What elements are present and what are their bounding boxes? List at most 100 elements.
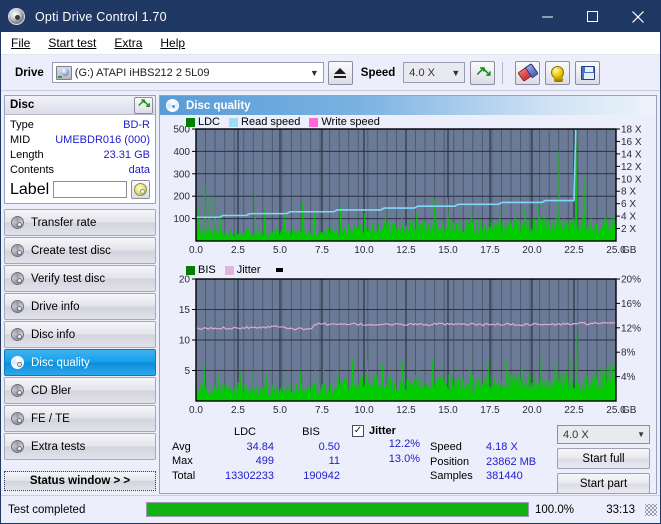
jitter-avg-value: 12.2%	[388, 438, 420, 450]
svg-text:22.5: 22.5	[564, 245, 584, 256]
svg-text:20.0: 20.0	[522, 245, 542, 256]
disc-panel-title: Disc	[10, 99, 35, 111]
drive-select-value: (G:) ATAPI iHBS212 2 5L09	[74, 66, 210, 79]
disc-row-contents-key: Contents	[10, 164, 55, 176]
svg-text:2.5: 2.5	[231, 245, 245, 256]
start-part-label: Start part	[579, 477, 628, 490]
disc-panel-header: Disc ↗ ↘	[5, 96, 155, 115]
eject-button[interactable]	[327, 60, 353, 85]
drive-select[interactable]: (G:) ATAPI iHBS212 2 5L09 ▼	[51, 62, 324, 83]
minimize-icon[interactable]	[525, 1, 570, 32]
status-window-button[interactable]: Status window > >	[4, 471, 156, 491]
main-panel: Disc quality LDC Read speed Write speed …	[159, 95, 657, 494]
svg-text:14 X: 14 X	[621, 149, 642, 160]
bis-chart-canvas[interactable]: 5 10 15 20 4% 8% 12% 16% 20% 0.0 2.5 5.0 7.5 10.0 12.5…	[160, 263, 656, 421]
maximize-icon[interactable]	[570, 1, 615, 32]
test-speed-select-value: 4.0 X	[563, 428, 589, 441]
sidebar-item-disc-info[interactable]: Disc info	[4, 321, 156, 348]
start-full-label: Start full	[582, 452, 625, 465]
sidebar-item-transfer-rate[interactable]: Transfer rate	[4, 209, 156, 236]
sidebar-item-label: Disc quality	[31, 356, 90, 369]
legend-swatch-ldc	[186, 117, 195, 127]
close-icon[interactable]	[615, 1, 660, 32]
disc-row-type: Type BD-R	[10, 118, 150, 133]
status-window-label: Status window > >	[29, 475, 131, 487]
svg-text:16 X: 16 X	[621, 137, 642, 148]
refresh-button[interactable]: ↗ ↘	[470, 60, 496, 85]
status-bar: Test completed 100.0% 33:13	[1, 495, 660, 523]
speed-select[interactable]: 4.0 X ▼	[403, 62, 466, 83]
stats-row-avg-label: Avg	[172, 440, 191, 453]
menu-file-label: File	[11, 36, 31, 50]
legend-label-read-speed: Read speed	[241, 116, 301, 128]
start-part-button[interactable]: Start part	[557, 473, 650, 493]
svg-text:10.0: 10.0	[354, 245, 374, 256]
menu-file[interactable]: File	[11, 36, 30, 50]
menu-extra[interactable]: Extra	[114, 36, 142, 50]
status-message: Test completed	[8, 503, 86, 516]
main-panel-header: Disc quality	[160, 96, 656, 115]
menu-start-test[interactable]: Start test	[48, 36, 96, 50]
legend-label-jitter: Jitter	[236, 264, 261, 276]
erase-icon	[517, 63, 538, 82]
start-full-button[interactable]: Start full	[557, 448, 650, 469]
stats-row-total-label: Total	[172, 469, 196, 482]
resize-grip[interactable]	[645, 503, 657, 516]
action-column: 4.0 X ▼ Start full Start part	[557, 425, 650, 493]
save-button[interactable]	[575, 60, 601, 85]
jitter-label: Jitter	[369, 425, 396, 437]
bulb-button[interactable]	[545, 60, 571, 85]
jitter-checkbox[interactable]: ✓	[352, 425, 364, 437]
svg-text:10: 10	[179, 336, 191, 347]
svg-text:12%: 12%	[621, 323, 641, 334]
speed-label: Speed	[360, 66, 396, 79]
save-icon	[580, 65, 595, 80]
bulb-icon	[551, 66, 565, 82]
sidebar-item-label: Transfer rate	[31, 216, 97, 229]
legend-label-bis: BIS	[198, 264, 216, 276]
disc-row-length: Length 23.31 GB	[10, 148, 150, 163]
svg-text:12.5: 12.5	[396, 405, 416, 416]
position-key: Position	[430, 455, 470, 468]
cd-icon	[134, 183, 147, 196]
menu-help-label: Help	[160, 36, 186, 50]
sidebar-item-create-test-disc[interactable]: Create test disc	[4, 237, 156, 264]
svg-text:GB: GB	[622, 245, 637, 256]
drive-label: Drive	[15, 66, 44, 79]
sidebar-item-fe-te[interactable]: FE / TE	[4, 405, 156, 432]
table-header-row: LDC BIS	[168, 425, 344, 440]
disc-panel: Disc ↗ ↘ Type BD-R MID UMEBDR016 (000) L…	[4, 95, 156, 204]
svg-text:0.0: 0.0	[189, 405, 203, 416]
position-value: 23862 MB	[486, 455, 537, 468]
speed-select-value: 4.0 X	[409, 66, 435, 79]
elapsed-time: 33:13	[606, 503, 635, 516]
speed-row: Speed 4.18 X	[430, 440, 536, 455]
erase-button[interactable]	[515, 60, 541, 85]
legend-swatch-read-speed	[229, 117, 239, 127]
drive-toolbar: Drive (G:) ATAPI iHBS212 2 5L09 ▼ Speed …	[1, 55, 660, 91]
stats-row-max-bis: 11	[328, 455, 340, 467]
disc-label-input[interactable]	[53, 181, 127, 198]
progress-bar	[146, 502, 529, 517]
table-row: Max 499 11	[168, 454, 344, 469]
menu-help[interactable]: Help	[160, 36, 185, 50]
menu-bar: File Start test Extra Help	[1, 32, 660, 55]
ldc-chart-canvas[interactable]: 1002003004005002 X4 X6 X8 X10 X12 X14 X1…	[160, 115, 656, 263]
sidebar-item-extra-tests[interactable]: Extra tests	[4, 433, 156, 460]
legend-label-ldc: LDC	[198, 116, 221, 128]
sidebar-nav: Transfer rate Create test disc Verify te…	[4, 209, 156, 460]
test-speed-select[interactable]: 4.0 X ▼	[557, 425, 650, 444]
svg-text:5.0: 5.0	[273, 245, 287, 256]
disc-label-button[interactable]	[131, 180, 150, 199]
disc-refresh-button[interactable]: ↗ ↘	[134, 96, 153, 114]
disc-row-type-value: BD-R	[123, 119, 150, 131]
sidebar-item-disc-quality[interactable]: Disc quality	[4, 349, 156, 376]
stats-row-avg-ldc: 34.84	[246, 440, 274, 453]
sidebar-item-cd-bler[interactable]: CD Bler	[4, 377, 156, 404]
stats-row-total-bis: 190942	[303, 469, 340, 482]
sidebar-item-drive-info[interactable]: Drive info	[4, 293, 156, 320]
svg-text:100: 100	[173, 214, 190, 225]
sidebar-item-verify-test-disc[interactable]: Verify test disc	[4, 265, 156, 292]
svg-text:6 X: 6 X	[621, 199, 636, 210]
